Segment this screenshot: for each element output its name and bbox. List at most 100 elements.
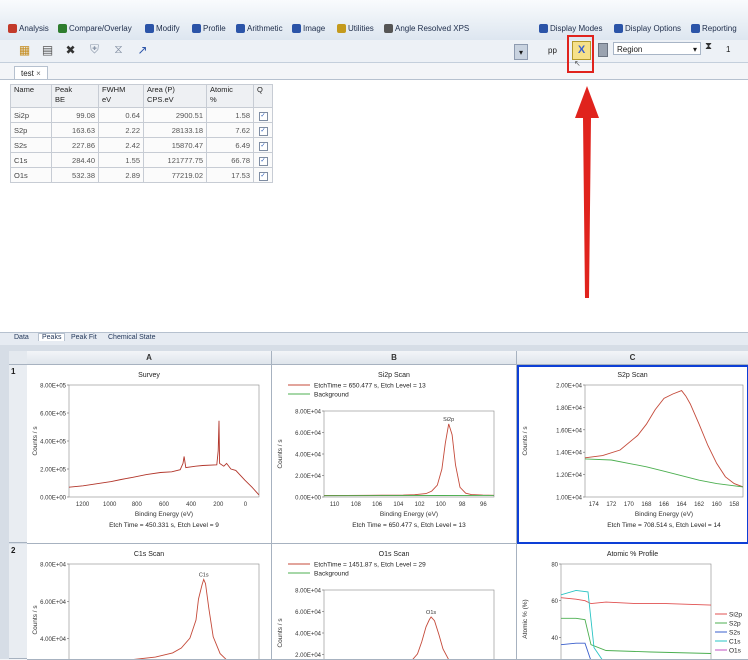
x-tick-label: 96 [480, 502, 487, 508]
x-axis-label: Binding Energy (eV) [635, 511, 693, 518]
y-tick-label: 4.00E+05 [40, 440, 67, 446]
y-tick-label: 2.00E+04 [295, 653, 322, 659]
row-header-2[interactable]: 2 [9, 544, 27, 659]
chart-footer: Etch Time = 450.331 s, Etch Level = 9 [109, 522, 219, 529]
menu-item-profile[interactable]: Profile [192, 22, 226, 34]
menu-item-compare-overlay[interactable]: Compare/Overlay [58, 22, 132, 34]
column-header[interactable]: Name [11, 85, 52, 108]
tab-data[interactable]: Data [14, 334, 29, 341]
menu-item-label: Analysis [19, 24, 49, 33]
cell-fwhm: 2.89 [99, 168, 144, 183]
y-tick-label: 8.00E+05 [40, 384, 67, 390]
menu-item-image[interactable]: Image [292, 22, 325, 34]
menu-item-display-options[interactable]: Display Options [614, 22, 681, 34]
cell-area: 15870.47 [144, 138, 207, 153]
x-tick-label: 174 [589, 502, 600, 508]
column-header-a[interactable]: A [27, 351, 272, 365]
column-header[interactable]: FWHMeV [99, 85, 144, 108]
doc-tab-test[interactable]: test × [14, 66, 48, 80]
x-tick-label: 166 [659, 502, 670, 508]
cell-atomic: 17.53 [207, 168, 254, 183]
x-tick-label: 1000 [103, 502, 117, 508]
column-header-b[interactable]: B [272, 351, 517, 365]
close-icon[interactable]: × [36, 69, 41, 78]
shield-icon[interactable]: ⛨ [86, 41, 103, 58]
q-checkbox[interactable]: ✓ [259, 112, 268, 121]
legend-label: Background [314, 571, 349, 578]
y-tick-label: 1.60E+04 [556, 428, 583, 434]
cell-area: 28133.18 [144, 123, 207, 138]
q-checkbox[interactable]: ✓ [259, 157, 268, 166]
doc-icon[interactable] [598, 43, 608, 57]
menu-item-modify[interactable]: Modify [145, 22, 180, 34]
x-axis-button[interactable]: X [572, 41, 591, 60]
menu-item-reporting[interactable]: Reporting [691, 22, 737, 34]
chart-title: S2p Scan [617, 372, 647, 379]
table-row[interactable]: C1s284.401.55121777.7566.78✓ [11, 153, 273, 168]
menu-item-label: Modify [156, 24, 180, 33]
x-tick-label: 110 [330, 502, 340, 508]
cell-fwhm: 2.42 [99, 138, 144, 153]
funnel-icon[interactable]: ⧖ [110, 41, 127, 58]
chart-title: Atomic % Profile [607, 551, 658, 558]
menu-item-arithmetic[interactable]: Arithmetic [236, 22, 283, 34]
table-row[interactable]: S2s227.862.4215870.476.49✓ [11, 138, 273, 153]
menu-item-label: Angle Resolved XPS [395, 24, 469, 33]
cell-area: 121777.75 [144, 153, 207, 168]
cell-a1[interactable]: Survey8.00E+056.00E+054.00E+052.00E+050.… [27, 365, 272, 544]
scroll-down-icon[interactable]: ▾ [514, 44, 528, 60]
plot-frame [585, 385, 743, 497]
menu-item-display-modes[interactable]: Display Modes [539, 22, 602, 34]
menu-item-analysis[interactable]: Analysis [8, 22, 49, 34]
y-axis-label: Counts / s [277, 618, 284, 648]
table-row[interactable]: O1s532.382.8977219.0217.53✓ [11, 168, 273, 183]
cell-atomic: 7.62 [207, 123, 254, 138]
arithmetic-icon [236, 24, 245, 33]
cell-b1[interactable]: Si2p Scan8.00E+046.00E+044.00E+042.00E+0… [272, 365, 517, 544]
column-header[interactable]: Q [254, 85, 273, 108]
analysis-icon [8, 24, 17, 33]
axis-icon[interactable]: ↗ [134, 41, 151, 58]
cell-c1[interactable]: S2p Scan2.00E+041.80E+041.60E+041.40E+04… [517, 365, 748, 544]
tab-peak-fit[interactable]: Peak Fit [71, 334, 97, 341]
cross-icon[interactable]: ✖ [62, 41, 79, 58]
utilities-icon [337, 24, 346, 33]
row-header-1[interactable]: 1 [9, 365, 27, 543]
tab-chemical-state[interactable]: Chemical State [108, 334, 155, 341]
cell-b2[interactable]: O1s Scan8.00E+046.00E+044.00E+042.00E+04… [272, 544, 517, 660]
compare-overlay-icon [58, 24, 67, 33]
column-header[interactable]: PeakBE [52, 85, 99, 108]
x-tick-label: 164 [677, 502, 688, 508]
display-modes-icon [539, 24, 548, 33]
pp-label: pp [548, 46, 557, 55]
menu-item-utilities[interactable]: Utilities [337, 22, 374, 34]
cursor-icon: ↖ [574, 59, 581, 68]
column-header[interactable]: Atomic% [207, 85, 254, 108]
chart-footer: Etch Time = 650.477 s, Etch Level = 13 [352, 522, 466, 529]
q-checkbox[interactable]: ✓ [259, 142, 268, 151]
chart-icon[interactable]: ▦ [16, 41, 33, 58]
column-header-c[interactable]: C [517, 351, 748, 365]
table-row[interactable]: S2p163.632.2228133.187.62✓ [11, 123, 273, 138]
tab-peaks[interactable]: Peaks [38, 333, 65, 341]
cell-name: C1s [11, 153, 52, 168]
x-tick-label: 172 [606, 502, 617, 508]
column-header[interactable]: Area (P)CPS.eV [144, 85, 207, 108]
si2p-chart: Si2p Scan8.00E+046.00E+044.00E+042.00E+0… [272, 365, 516, 543]
table-icon[interactable]: ▤ [39, 41, 56, 58]
y-tick-label: 8.00E+04 [40, 563, 67, 569]
region-select[interactable]: Region▾ [613, 42, 701, 55]
menu-item-angle-resolved-xps[interactable]: Angle Resolved XPS [384, 22, 469, 34]
x-tick-label: 168 [641, 502, 652, 508]
legend-label: Background [314, 392, 349, 399]
doc-tab-label: test [21, 69, 34, 78]
x-tick-label: 108 [351, 502, 362, 508]
peak-label: C1s [199, 572, 209, 578]
header-line-1: Peak [55, 85, 95, 95]
q-checkbox[interactable]: ✓ [259, 172, 268, 181]
table-row[interactable]: Si2p99.080.642900.511.58✓ [11, 108, 273, 123]
q-checkbox[interactable]: ✓ [259, 127, 268, 136]
cell-c2[interactable]: Atomic % Profile80604020Atomic % (%)Si2p… [517, 544, 748, 660]
hourglass-icon[interactable]: ⧗ [705, 41, 715, 56]
cell-a2[interactable]: C1s Scan8.00E+046.00E+044.00E+042.00E+04… [27, 544, 272, 660]
